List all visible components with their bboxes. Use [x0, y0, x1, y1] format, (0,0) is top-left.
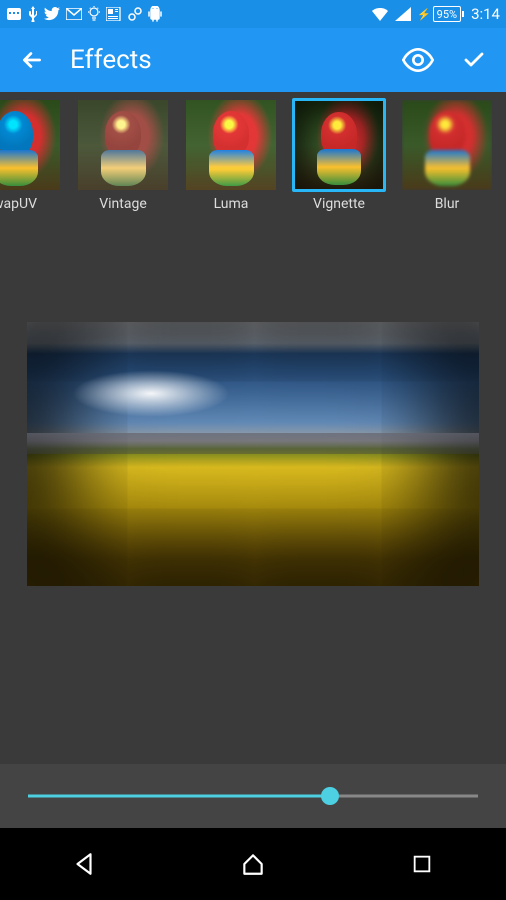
page-title: Effects — [70, 45, 380, 75]
system-nav-bar — [0, 828, 506, 900]
slider-thumb[interactable] — [321, 787, 339, 805]
back-button[interactable] — [14, 42, 50, 78]
slider-progress — [28, 795, 330, 798]
effect-thumb — [184, 98, 278, 192]
preview-image[interactable] — [27, 322, 479, 586]
preview-area — [0, 232, 506, 764]
effect-label: Luma — [214, 196, 249, 212]
effect-thumb — [0, 98, 62, 192]
android-icon — [148, 6, 162, 22]
status-bar: ⚡95% 3:14 — [0, 0, 506, 28]
link-icon — [128, 7, 142, 21]
effect-thumb — [292, 98, 386, 192]
effect-item-swapuv[interactable]: wapUV — [0, 98, 64, 228]
battery-icon: ⚡95% — [417, 6, 461, 22]
effect-thumb — [76, 98, 170, 192]
twitter-icon — [44, 7, 60, 21]
news-icon — [106, 7, 122, 21]
preview-toggle-button[interactable] — [400, 42, 436, 78]
clock: 3:14 — [471, 5, 500, 23]
confirm-button[interactable] — [456, 42, 492, 78]
effect-label: Vignette — [313, 196, 365, 212]
effect-label: Blur — [435, 196, 460, 212]
effect-thumb — [400, 98, 494, 192]
nav-back-button[interactable] — [44, 840, 124, 888]
effect-label: wapUV — [0, 196, 37, 212]
effect-item-luma[interactable]: Luma — [182, 98, 280, 228]
lightbulb-icon — [88, 6, 100, 22]
effect-item-vignette[interactable]: Vignette — [290, 98, 388, 228]
intensity-slider[interactable] — [0, 764, 506, 828]
effect-item-vintage[interactable]: Vintage — [74, 98, 172, 228]
nav-recent-button[interactable] — [382, 840, 462, 888]
mail-icon — [66, 8, 82, 20]
notification-icon — [6, 7, 22, 21]
effect-label: Vintage — [99, 196, 147, 212]
wifi-icon — [371, 7, 389, 21]
nav-home-button[interactable] — [213, 840, 293, 888]
app-bar: Effects — [0, 28, 506, 92]
effect-item-blur[interactable]: Blur — [398, 98, 496, 228]
signal-icon — [395, 7, 411, 21]
usb-icon — [28, 6, 38, 22]
effects-strip[interactable]: wapUV Vintage Luma Vignette Blur — [0, 92, 506, 232]
content-area: wapUV Vintage Luma Vignette Blur — [0, 92, 506, 828]
battery-percent: 95% — [433, 6, 461, 22]
